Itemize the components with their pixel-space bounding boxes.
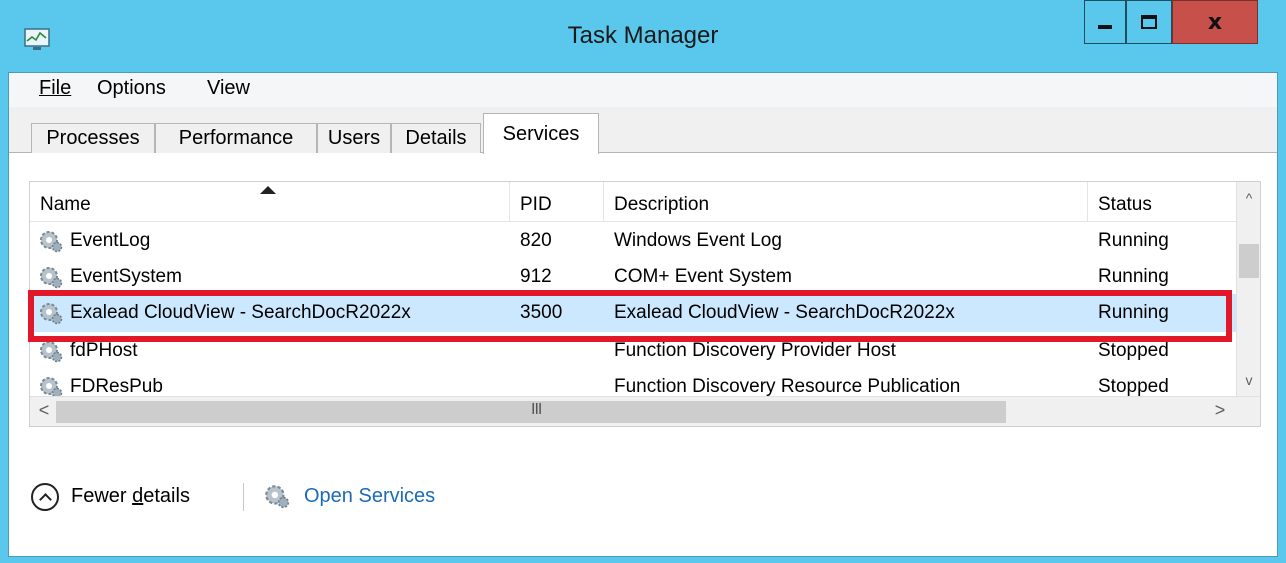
footer-separator: [243, 483, 244, 511]
footer: Fewer details Open Services: [9, 453, 1277, 557]
service-name: EventLog: [70, 230, 151, 251]
maximize-button[interactable]: [1126, 0, 1172, 44]
service-pid: [520, 332, 604, 370]
scroll-down-icon[interactable]: v: [1237, 372, 1261, 388]
fewer-details-access-key: d: [132, 485, 144, 507]
service-pid: 3500: [520, 302, 563, 323]
menu-bar: File Options View: [9, 73, 1277, 107]
gear-icon: [40, 341, 63, 363]
gear-icon: [40, 267, 63, 289]
maximize-icon: [1141, 15, 1157, 29]
chevron-up-icon: [38, 493, 52, 506]
fewer-details-button[interactable]: [31, 483, 59, 511]
table-header: Name PID Description Status: [30, 182, 1236, 222]
tab-services-label: Services: [502, 122, 580, 145]
tab-processes-label: Processes: [46, 127, 140, 149]
table-row[interactable]: EventSystem 912 COM+ Event System Runnin…: [30, 258, 1236, 296]
tab-performance-label: Performance: [178, 127, 294, 149]
minimize-button[interactable]: [1084, 0, 1126, 44]
menu-file-label: File: [39, 77, 72, 99]
column-header-status[interactable]: Status: [1088, 182, 1236, 222]
title-bar[interactable]: Task Manager x: [0, 0, 1286, 72]
sort-ascending-icon: [260, 186, 276, 194]
table-row-selected[interactable]: Exalead CloudView - SearchDocR2022x 3500…: [30, 294, 1236, 332]
open-services-link[interactable]: Open Services: [304, 485, 435, 508]
service-name: FDResPub: [70, 376, 163, 396]
menu-view-label: View: [207, 77, 250, 99]
tab-services[interactable]: Services: [483, 113, 599, 154]
column-header-pid[interactable]: PID: [510, 182, 604, 222]
gear-icon: [40, 231, 63, 253]
tab-details-label: Details: [405, 127, 467, 149]
menu-file[interactable]: File: [39, 77, 71, 100]
scroll-right-icon[interactable]: >: [1208, 400, 1232, 421]
fewer-details-link[interactable]: Fewer details: [71, 485, 190, 508]
horizontal-scroll-thumb[interactable]: III: [56, 401, 1006, 423]
scroll-grip-icon: III: [531, 401, 542, 418]
service-pid: [520, 368, 604, 396]
service-pid: 820: [520, 230, 552, 251]
service-description: COM+ Event System: [614, 266, 792, 287]
service-name: fdPHost: [70, 340, 138, 361]
vertical-scroll-thumb[interactable]: [1239, 244, 1259, 278]
column-header-description[interactable]: Description: [604, 182, 1088, 222]
column-status-label: Status: [1098, 194, 1152, 215]
scroll-up-icon[interactable]: ^: [1237, 190, 1261, 206]
service-status: Running: [1098, 230, 1169, 251]
tab-details[interactable]: Details: [391, 123, 481, 153]
table-row[interactable]: FDResPub Function Discovery Resource Pub…: [30, 368, 1236, 396]
service-name: EventSystem: [70, 266, 182, 287]
service-pid: 912: [520, 266, 552, 287]
column-description-label: Description: [614, 194, 710, 215]
tab-strip: Processes Performance Users Details Serv…: [9, 107, 1277, 154]
close-icon: x: [1207, 9, 1223, 35]
minimize-icon: [1098, 25, 1112, 29]
table-row[interactable]: fdPHost Function Discovery Provider Host…: [30, 332, 1236, 370]
gear-icon: [40, 303, 63, 325]
tab-users[interactable]: Users: [317, 123, 391, 153]
tab-processes[interactable]: Processes: [31, 123, 155, 153]
table-row[interactable]: EventLog 820 Windows Event Log Running: [30, 222, 1236, 260]
close-button[interactable]: x: [1172, 0, 1258, 44]
task-manager-window: Task Manager x File Options View Process…: [0, 0, 1286, 563]
service-description: Function Discovery Provider Host: [614, 340, 896, 361]
menu-options-label: Options: [97, 77, 166, 99]
horizontal-scrollbar[interactable]: < III >: [30, 396, 1260, 426]
service-status: Running: [1098, 266, 1169, 287]
fewer-details-prefix: Fewer: [71, 485, 133, 507]
tab-users-label: Users: [327, 127, 381, 149]
gear-icon: [40, 377, 63, 396]
scroll-left-icon[interactable]: <: [32, 400, 56, 421]
vertical-scrollbar[interactable]: ^ v: [1236, 182, 1260, 396]
services-table: Name PID Description Status EventLog 820…: [29, 181, 1261, 427]
service-status: Stopped: [1098, 376, 1169, 396]
menu-options[interactable]: Options: [97, 77, 166, 100]
column-name-label: Name: [40, 194, 91, 215]
service-description: Function Discovery Resource Publication: [614, 376, 961, 396]
column-header-name[interactable]: Name: [30, 182, 510, 222]
fewer-details-suffix: etails: [143, 485, 190, 507]
service-name: Exalead CloudView - SearchDocR2022x: [70, 302, 411, 323]
tab-performance[interactable]: Performance: [155, 123, 317, 153]
service-status: Stopped: [1098, 340, 1169, 361]
gear-icon: [265, 485, 290, 509]
client-area: File Options View Processes Performance …: [8, 72, 1278, 557]
service-status: Running: [1098, 302, 1169, 323]
service-description: Exalead CloudView - SearchDocR2022x: [614, 302, 955, 323]
service-description: Windows Event Log: [614, 230, 782, 251]
menu-view[interactable]: View: [207, 77, 250, 100]
column-pid-label: PID: [520, 194, 552, 215]
